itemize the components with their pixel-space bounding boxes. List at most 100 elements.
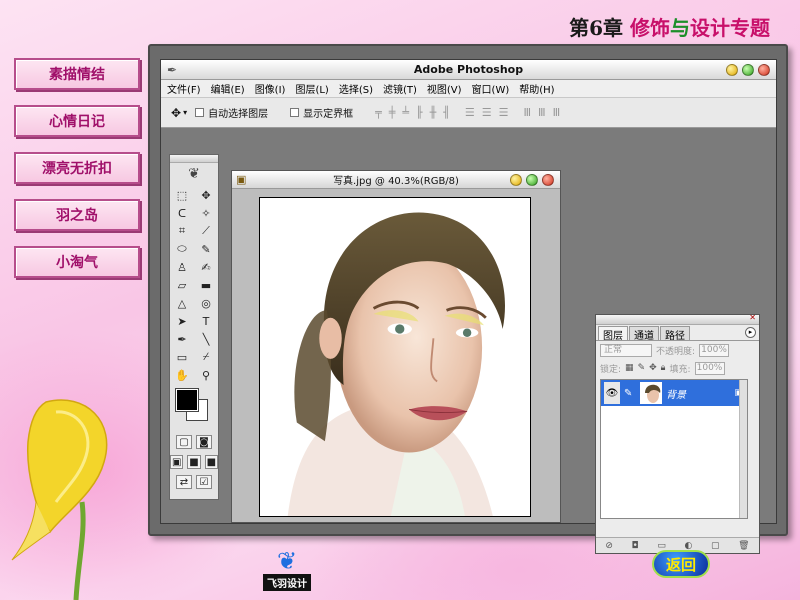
nav-button-beauty[interactable]: 漂亮无折扣 bbox=[14, 152, 140, 184]
align-right-icon[interactable]: ╢ bbox=[443, 106, 451, 119]
brush-icon[interactable]: ✎ bbox=[196, 241, 216, 257]
distribute-right-icon[interactable]: Ⅲ bbox=[553, 106, 562, 119]
zoom-icon[interactable]: ⚲ bbox=[196, 367, 216, 383]
distribute-center-icon[interactable]: Ⅲ bbox=[538, 106, 547, 119]
nav-button-diary[interactable]: 心情日记 bbox=[14, 105, 140, 137]
layer-style-icon[interactable]: ⊘ bbox=[605, 541, 613, 551]
distribute-middle-icon[interactable]: ☰ bbox=[482, 106, 493, 119]
lock-move-icon[interactable]: ✥ bbox=[649, 363, 657, 373]
standard-mode-icon[interactable]: ▢ bbox=[176, 435, 192, 449]
tab-paths[interactable]: 路径 bbox=[660, 326, 690, 342]
dodge-icon[interactable]: ◎ bbox=[196, 295, 216, 311]
eye-icon[interactable]: 👁︎ bbox=[604, 382, 620, 404]
minimize-button[interactable] bbox=[726, 64, 738, 76]
nav-button-sketch[interactable]: 素描情结 bbox=[14, 58, 140, 90]
new-set-icon[interactable]: ▭ bbox=[657, 541, 666, 551]
tab-layers[interactable]: 图层 bbox=[598, 326, 628, 342]
maximize-button[interactable] bbox=[742, 64, 754, 76]
healing-icon[interactable]: ⬭ bbox=[172, 241, 192, 257]
opacity-input[interactable]: 100% bbox=[699, 343, 730, 357]
chevron-down-icon: ▾ bbox=[183, 108, 188, 117]
layers-panel: ✕ 图层 通道 路径 ▸ 正常 不透明度: 100% 锁定: ▦ ✎ ✥ 🔒︎ … bbox=[595, 313, 760, 554]
menu-view[interactable]: 视图(V) bbox=[427, 81, 462, 96]
screen-mode-full-icon[interactable]: ■ bbox=[187, 455, 201, 469]
lock-paint-icon[interactable]: ✎ bbox=[638, 363, 646, 373]
move-tool-preset[interactable]: ✥ ▾ bbox=[171, 106, 187, 120]
chapter-word-3: 设计专题 bbox=[690, 16, 770, 40]
add-mask-icon[interactable]: ◘ bbox=[632, 541, 639, 551]
align-left-icon[interactable]: ╟ bbox=[416, 106, 424, 119]
blur-icon[interactable]: △ bbox=[172, 295, 192, 311]
distribute-bottom-icon[interactable]: ☰ bbox=[499, 106, 510, 119]
align-bottom-icon[interactable]: ╧ bbox=[402, 106, 410, 119]
layer-row-background[interactable]: 👁︎ ✎ 背景 ▣ bbox=[601, 380, 747, 406]
lock-transparency-icon[interactable]: ▦ bbox=[625, 363, 634, 373]
type-icon[interactable]: T bbox=[196, 313, 216, 329]
screen-mode-black-icon[interactable]: ■ bbox=[204, 455, 218, 469]
mask-mode-row: ▢ ◙ bbox=[170, 435, 218, 449]
nav-button-island[interactable]: 羽之岛 bbox=[14, 199, 140, 231]
blend-mode-select[interactable]: 正常 bbox=[600, 343, 652, 357]
distribute-top-icon[interactable]: ☰ bbox=[465, 106, 476, 119]
layers-scrollbar[interactable] bbox=[739, 380, 747, 518]
menu-edit[interactable]: 编辑(E) bbox=[211, 81, 245, 96]
line-icon[interactable]: ╲ bbox=[196, 331, 216, 347]
eyedropper-icon[interactable]: ⌿ bbox=[196, 349, 216, 365]
doc-close-button[interactable] bbox=[542, 174, 554, 186]
quick-mask-icon[interactable]: ◙ bbox=[196, 435, 212, 449]
delete-layer-icon[interactable]: 🗑︎ bbox=[738, 541, 749, 551]
nav-button-naughty[interactable]: 小淘气 bbox=[14, 246, 140, 278]
magic-wand-icon[interactable]: ✧ bbox=[196, 205, 216, 221]
align-center-icon[interactable]: ╫ bbox=[430, 106, 438, 119]
notes-icon[interactable]: ▭ bbox=[172, 349, 192, 365]
lasso-icon[interactable]: ᑕ bbox=[172, 205, 192, 221]
foreground-color-swatch[interactable] bbox=[175, 388, 199, 412]
move-icon: ✥ bbox=[171, 105, 182, 120]
stamp-icon[interactable]: ♙ bbox=[172, 259, 192, 275]
pen-icon[interactable]: ✒ bbox=[172, 331, 192, 347]
side-nav: 素描情结 心情日记 漂亮无折扣 羽之岛 小淘气 bbox=[14, 58, 140, 293]
hand-icon[interactable]: ✋ bbox=[172, 367, 192, 383]
eraser-icon[interactable]: ▱ bbox=[172, 277, 192, 293]
menu-layer[interactable]: 图层(L) bbox=[295, 81, 328, 96]
back-button[interactable]: 返回 bbox=[652, 550, 710, 578]
feather-logo-icon[interactable]: ❦ bbox=[170, 163, 218, 185]
menu-help[interactable]: 帮助(H) bbox=[519, 81, 554, 96]
panel-menu-icon[interactable]: ▸ bbox=[745, 327, 756, 338]
menu-select[interactable]: 选择(S) bbox=[339, 81, 373, 96]
path-select-icon[interactable]: ➤ bbox=[172, 313, 192, 329]
slice-icon[interactable]: ⟋ bbox=[196, 223, 216, 239]
portrait-photo bbox=[268, 198, 524, 516]
doc-maximize-button[interactable] bbox=[526, 174, 538, 186]
blend-row: 正常 不透明度: 100% bbox=[596, 341, 759, 359]
move-icon[interactable]: ✥ bbox=[196, 187, 216, 203]
show-bounds-checkbox[interactable]: 显示定界框 bbox=[290, 105, 353, 120]
marquee-icon[interactable]: ⬚ bbox=[172, 187, 192, 203]
new-layer-icon[interactable]: ▢ bbox=[711, 541, 720, 551]
align-top-icon[interactable]: ╤ bbox=[375, 106, 383, 119]
chapter-word-1: 修饰 bbox=[630, 16, 670, 40]
close-icon[interactable]: ✕ bbox=[749, 313, 756, 322]
crop-icon[interactable]: ⌗ bbox=[172, 223, 192, 239]
gradient-icon[interactable]: ▬ bbox=[196, 277, 216, 293]
screen-mode-standard-icon[interactable]: ▣ bbox=[170, 455, 184, 469]
fill-input[interactable]: 100% bbox=[694, 361, 725, 375]
menu-image[interactable]: 图像(I) bbox=[255, 81, 286, 96]
adjustment-layer-icon[interactable]: ◐ bbox=[684, 541, 692, 551]
tab-channels[interactable]: 通道 bbox=[629, 326, 659, 342]
toolbox-header[interactable] bbox=[170, 155, 218, 163]
menu-filter[interactable]: 滤镜(T) bbox=[383, 81, 417, 96]
menu-window[interactable]: 窗口(W) bbox=[472, 81, 510, 96]
layers-panel-header[interactable]: ✕ bbox=[596, 313, 759, 325]
edit-icon[interactable]: ☑ bbox=[196, 475, 212, 489]
history-brush-icon[interactable]: ✍ bbox=[196, 259, 216, 275]
menu-file[interactable]: 文件(F) bbox=[167, 81, 201, 96]
jump-to-imageready-icon[interactable]: ⇄ bbox=[176, 475, 192, 489]
align-middle-icon[interactable]: ╪ bbox=[389, 106, 397, 119]
lock-all-icon[interactable]: 🔒︎ bbox=[661, 363, 666, 373]
doc-minimize-button[interactable] bbox=[510, 174, 522, 186]
close-button[interactable] bbox=[758, 64, 770, 76]
auto-select-checkbox[interactable]: 自动选择图层 bbox=[195, 105, 268, 120]
image-canvas[interactable] bbox=[259, 197, 531, 517]
distribute-left-icon[interactable]: Ⅲ bbox=[523, 106, 532, 119]
